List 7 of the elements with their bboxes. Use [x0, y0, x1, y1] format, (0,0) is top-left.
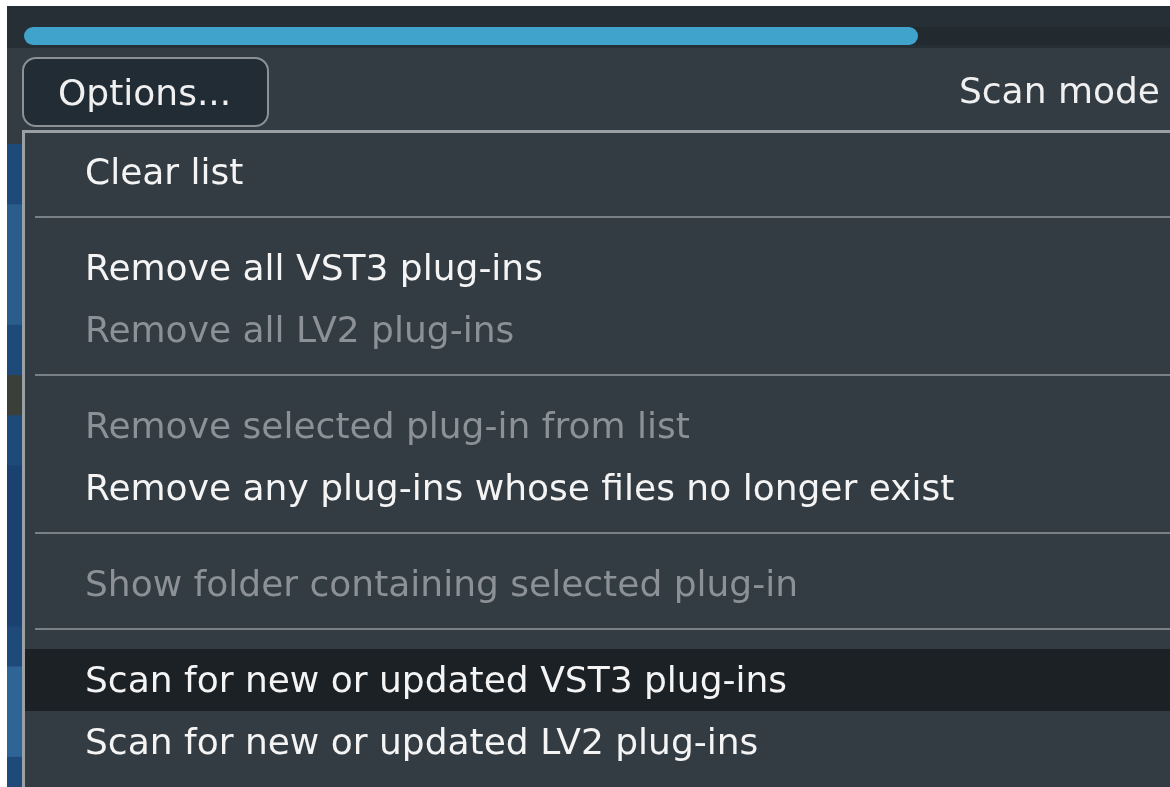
options-button[interactable]: Options...	[22, 57, 269, 127]
menu-item[interactable]: Remove all VST3 plug-ins	[25, 237, 1170, 299]
menu-item[interactable]: Clear list	[25, 141, 1170, 203]
menu-item[interactable]: Scan for new or updated LV2 plug-ins	[25, 711, 1170, 773]
menu-item[interactable]: Remove any plug-ins whose files no longer exist	[25, 457, 1170, 519]
menu-item[interactable]: Scan for new or updated VST3 plug-ins	[25, 649, 1170, 711]
scan-mode-label: Scan mode	[958, 70, 1161, 111]
